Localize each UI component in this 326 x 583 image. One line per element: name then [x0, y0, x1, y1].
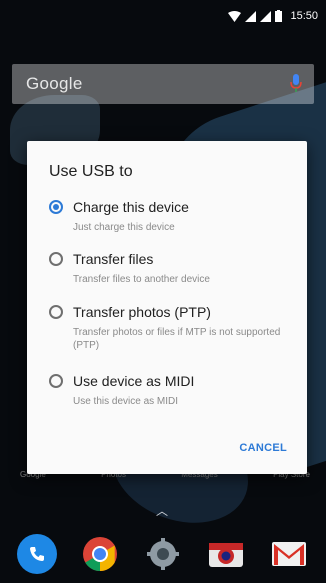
radio-button[interactable] — [49, 374, 63, 388]
settings-icon[interactable] — [143, 534, 183, 574]
option-label: Transfer files — [73, 251, 154, 267]
usb-options-dialog: Use USB to Charge this device Just charg… — [27, 141, 307, 474]
battery-icon — [275, 10, 283, 22]
status-bar: 15:50 — [0, 0, 326, 34]
app-drawer-arrow-icon[interactable]: ︿ — [156, 502, 168, 519]
google-search-bar[interactable]: Google — [12, 64, 314, 104]
option-label: Use device as MIDI — [73, 373, 195, 389]
dock — [0, 525, 326, 583]
radio-button-selected[interactable] — [49, 200, 63, 214]
option-description: Use this device as MIDI — [73, 396, 179, 407]
cancel-button[interactable]: CANCEL — [239, 442, 287, 454]
radio-button[interactable] — [49, 305, 63, 319]
signal-icon — [245, 10, 257, 22]
chrome-icon[interactable] — [80, 534, 120, 574]
phone-icon[interactable] — [17, 534, 58, 574]
option-description: Just charge this device — [73, 222, 175, 233]
camera-icon[interactable] — [206, 534, 246, 574]
dialog-title: Use USB to — [49, 163, 133, 180]
signal-icon-2 — [260, 10, 272, 22]
google-logo: Google — [26, 74, 83, 93]
option-description: Transfer files to another device — [73, 274, 210, 285]
gmail-icon[interactable] — [269, 534, 309, 574]
option-label: Transfer photos (PTP) — [73, 304, 211, 320]
wifi-icon — [228, 10, 242, 22]
mic-icon[interactable] — [290, 73, 302, 98]
status-clock: 15:50 — [290, 10, 318, 22]
option-label: Charge this device — [73, 199, 189, 215]
option-description: Transfer photos or files if MTP is not s… — [73, 327, 281, 351]
radio-button[interactable] — [49, 252, 63, 266]
